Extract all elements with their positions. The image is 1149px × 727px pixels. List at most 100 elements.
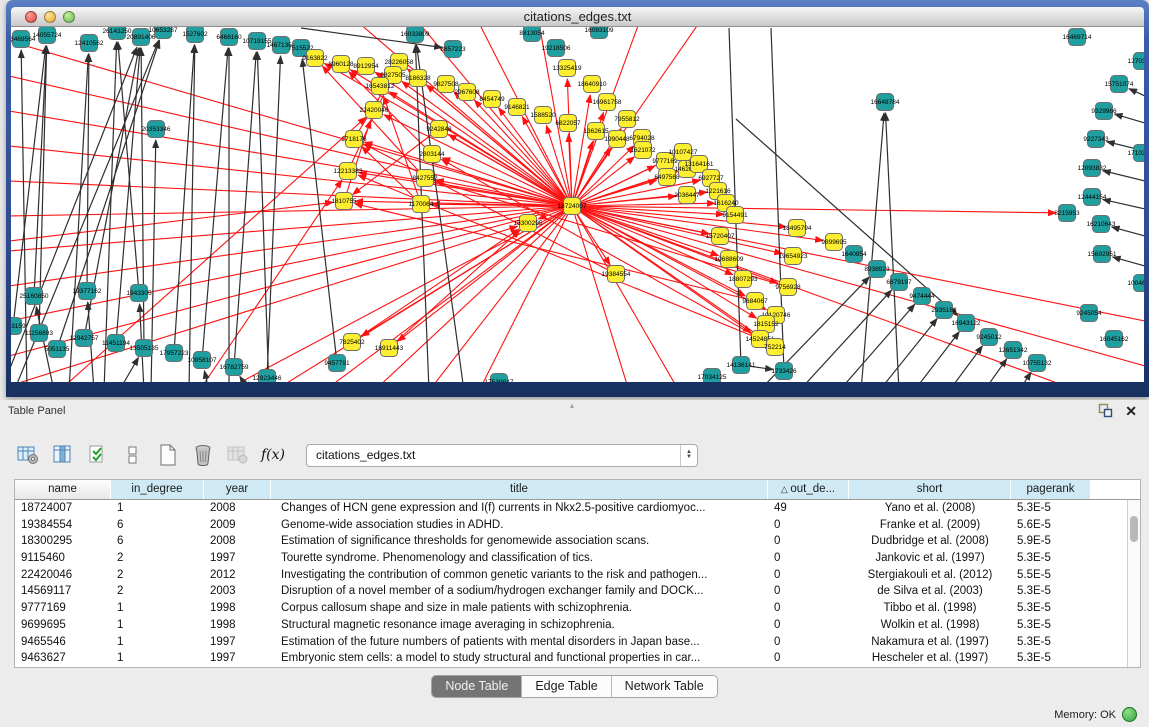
graph-edge[interactable] (572, 95, 590, 206)
graph-edge[interactable] (11, 41, 572, 206)
graph-node-19377162[interactable]: 19377162 (73, 283, 102, 300)
graph-node-14671358[interactable]: 14671358 (267, 37, 296, 54)
table-settings-icon[interactable] (16, 443, 40, 467)
graph-edge[interactable] (949, 346, 982, 382)
tab-network-table[interactable]: Network Table (612, 676, 717, 697)
table-row[interactable]: 946362711997Embryonic stem cells: a mode… (15, 650, 1140, 667)
import-table-icon[interactable] (226, 443, 250, 467)
graph-node-752214[interactable]: 752214 (764, 339, 786, 356)
citation-graph[interactable]: 1646956414055724124105622614325020891406… (11, 27, 1144, 382)
graph-node-6879197[interactable]: 6879197 (886, 274, 912, 291)
graph-node-9474444[interactable]: 9474444 (909, 288, 935, 305)
graph-node-18807293[interactable]: 18807293 (729, 271, 758, 288)
column-header-name[interactable]: name (15, 480, 111, 499)
graph-edge[interactable] (415, 45, 429, 382)
graph-node-16469564[interactable]: 16469564 (11, 31, 36, 48)
graph-node-15751074[interactable]: 15751074 (1105, 76, 1134, 93)
graph-edge[interactable] (267, 56, 281, 378)
minimize-button[interactable] (44, 11, 56, 23)
graph-node-13505135[interactable]: 13505135 (130, 340, 159, 357)
graph-node-12703504[interactable]: 12703504 (1128, 53, 1144, 70)
close-button[interactable] (25, 11, 37, 23)
graph-node-16033809[interactable]: 16033809 (401, 27, 430, 43)
graph-node-6822057[interactable]: 6822057 (555, 115, 581, 132)
tab-node-table[interactable]: Node Table (432, 676, 522, 697)
graph-edge[interactable] (572, 206, 823, 241)
graph-node-16961758[interactable]: 16961758 (593, 94, 622, 111)
graph-edge[interactable] (224, 206, 572, 382)
graph-node-10755132[interactable]: 10755132 (1023, 355, 1052, 372)
tab-edge-table[interactable]: Edge Table (522, 676, 611, 697)
graph-node-18640910[interactable]: 18640910 (578, 76, 607, 93)
graph-node-12410562[interactable]: 12410562 (75, 35, 104, 52)
graph-edge[interactable] (59, 117, 366, 382)
graph-node-17957223[interactable]: 17957223 (160, 345, 189, 362)
network-canvas[interactable]: 1646956414055724124105622614325020891406… (11, 27, 1144, 382)
graph-node-1640954[interactable]: 1640954 (841, 246, 867, 263)
graph-edge[interactable] (240, 376, 249, 382)
graph-edge[interactable] (572, 206, 782, 254)
table-row[interactable]: 1456911722003Disruption of a novel membe… (15, 583, 1140, 600)
graph-edge[interactable] (572, 206, 1144, 321)
graph-node-9245012[interactable]: 9245012 (976, 329, 1002, 346)
graph-edge[interactable] (736, 119, 958, 316)
table-row[interactable]: 1938455462009Genome-wide association stu… (15, 517, 1140, 534)
graph-node-1527602[interactable]: 1527602 (182, 27, 208, 43)
graph-edge[interactable] (1103, 199, 1144, 209)
graph-node-16911443[interactable]: 16911443 (375, 340, 404, 357)
table-row[interactable]: 977716911998Corpus callosum shape and si… (15, 600, 1140, 617)
graph-node-16943122[interactable]: 16943122 (952, 315, 981, 332)
graph-node-8186328[interactable]: 8186328 (405, 70, 431, 87)
graph-node-9899695[interactable]: 9899695 (821, 234, 847, 251)
close-panel-icon[interactable]: ✕ (1125, 404, 1137, 418)
graph-edge[interactable] (257, 52, 269, 382)
graph-node-5051135[interactable]: 5051135 (45, 341, 70, 358)
graph-edge[interactable] (416, 45, 464, 382)
graph-node-1733426[interactable]: 1733426 (771, 363, 797, 380)
graph-node-8912954[interactable]: 8912954 (353, 58, 379, 75)
graph-node-16648784[interactable]: 16648784 (871, 94, 900, 111)
graph-node-12093832[interactable]: 12093832 (1078, 160, 1107, 177)
column-header-pagerank[interactable]: pagerank (1011, 480, 1091, 499)
graph-node-16469714[interactable]: 16469714 (1063, 29, 1092, 46)
column-header-short[interactable]: short (849, 480, 1011, 499)
graph-node-16782759[interactable]: 16782759 (220, 359, 249, 376)
graph-edge[interactable] (234, 52, 256, 367)
graph-node-1588520[interactable]: 1588520 (530, 107, 556, 124)
graph-edge[interactable] (1019, 372, 1031, 382)
graph-node-8857223[interactable]: 8857223 (440, 41, 466, 58)
graph-edge[interactable] (839, 304, 915, 382)
graph-node-8454749[interactable]: 8454749 (479, 91, 505, 108)
graph-edge[interactable] (174, 45, 194, 353)
graph-node-12651342[interactable]: 12651342 (999, 342, 1028, 359)
table-row[interactable]: 911546021997Tourette syndrome. Phenomeno… (15, 550, 1140, 567)
graph-edge[interactable] (1112, 227, 1144, 236)
graph-node-14136141[interactable]: 14136141 (727, 357, 756, 374)
graph-edge[interactable] (11, 206, 572, 286)
column-header-in_degree[interactable]: in_degree (111, 480, 204, 499)
graph-node-12444154[interactable]: 12444154 (1078, 189, 1107, 206)
graph-edge[interactable] (1115, 114, 1144, 123)
graph-edge[interactable] (479, 206, 572, 382)
column-header-title[interactable]: title (271, 480, 768, 499)
graph-edge[interactable] (104, 42, 117, 382)
graph-node-22420046[interactable]: 22420046 (360, 102, 389, 119)
graph-edge[interactable] (1103, 171, 1144, 181)
table-row[interactable]: 1830029562008Estimation of significance … (15, 533, 1140, 550)
graph-node-17034125[interactable]: 17034125 (698, 369, 727, 383)
graph-node-9146821[interactable]: 9146821 (504, 99, 530, 116)
graph-node-25160850[interactable]: 25160850 (20, 288, 49, 305)
column-header-year[interactable]: year (204, 480, 271, 499)
float-panel-icon[interactable] (1098, 403, 1113, 418)
graph-node-18495794[interactable]: 18495794 (783, 220, 812, 237)
graph-node-14055724[interactable]: 14055724 (33, 27, 62, 44)
network-window-titlebar[interactable]: citations_edges.txt (11, 7, 1144, 27)
graph-node-20353346[interactable]: 20353346 (142, 121, 171, 138)
graph-node-10653287[interactable]: 10653287 (149, 27, 178, 39)
graph-edge[interactable] (11, 202, 333, 241)
graph-node-9329966[interactable]: 9329966 (1091, 103, 1117, 120)
graph-edge[interactable] (572, 206, 1056, 213)
graph-node-9245054[interactable]: 9245054 (1076, 305, 1102, 322)
column-header-out_degree[interactable]: △ out_de... (768, 480, 849, 499)
graph-node-15692951[interactable]: 15692951 (1088, 246, 1117, 263)
